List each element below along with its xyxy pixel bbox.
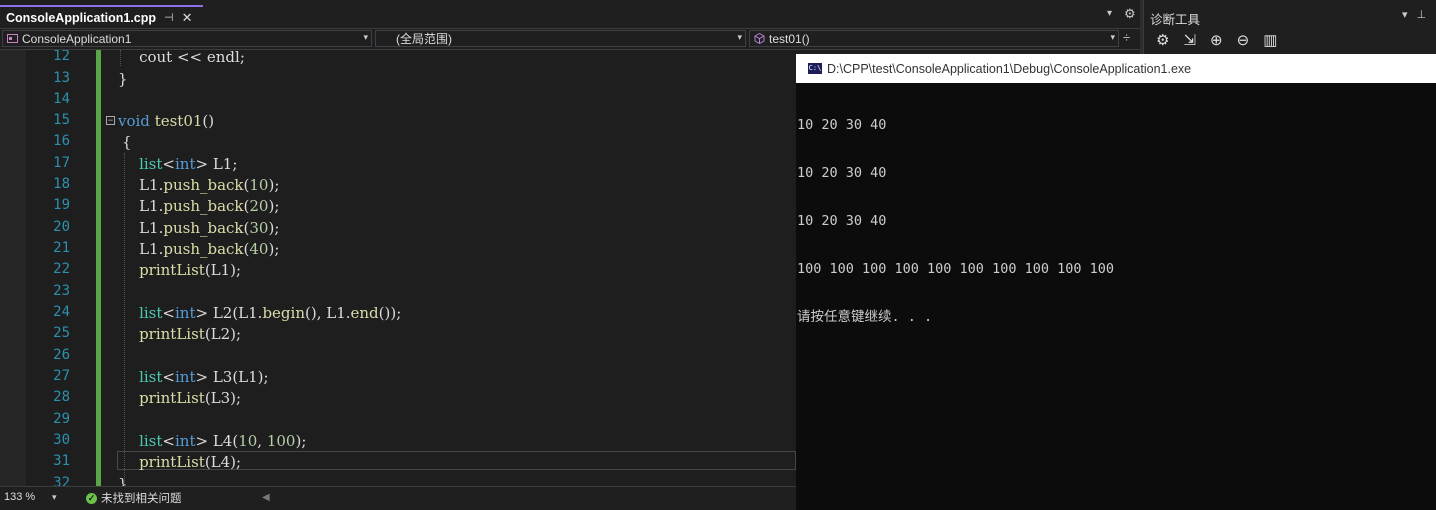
code-line: list<int> L4(10, 100); xyxy=(139,432,307,450)
chevron-down-icon[interactable]: ▾ xyxy=(1402,8,1408,21)
line-number: 31 xyxy=(53,453,70,469)
chevron-down-icon: ▾ xyxy=(737,32,742,42)
diagnostic-tools-panel: 诊断工具 ▾ ⊥ ✕ ⚙ ⇲ ⊕ ⊖ ▥ xyxy=(1143,0,1436,54)
line-number: 24 xyxy=(53,304,70,320)
tab-bar: ConsoleApplication1.cpp ⊣ ✕ ▾ ⚙ xyxy=(0,0,1143,29)
member-dropdown-label: test01() xyxy=(769,31,810,46)
tab-consoleapplication1-cpp[interactable]: ConsoleApplication1.cpp ⊣ ✕ xyxy=(0,5,203,28)
line-number: 21 xyxy=(53,240,70,256)
code-line: L1.push_back(40); xyxy=(139,240,280,258)
project-dropdown[interactable]: ConsoleApplication1 ▾ xyxy=(2,30,372,47)
console-line: 100 100 100 100 100 100 100 100 100 100 xyxy=(797,261,1114,277)
zoom-level[interactable]: 133 % xyxy=(4,491,35,503)
code-line: L1.push_back(30); xyxy=(139,219,280,237)
code-line: } xyxy=(118,70,128,88)
line-number: 28 xyxy=(53,389,70,405)
chevron-down-icon[interactable]: ▾ xyxy=(52,492,57,503)
close-icon[interactable]: ✕ xyxy=(182,10,193,26)
code-line: list<int> L3(L1); xyxy=(139,368,269,386)
line-number: 23 xyxy=(53,283,70,299)
pin-icon[interactable]: ⊣ xyxy=(164,11,174,24)
editor-left-margin xyxy=(0,50,26,486)
method-icon xyxy=(754,33,765,44)
line-number: 20 xyxy=(53,219,70,235)
check-circle-icon: ✓ xyxy=(86,492,97,504)
line-number: 25 xyxy=(53,325,70,341)
export-icon[interactable]: ⇲ xyxy=(1183,33,1196,49)
console-app-icon: C:\ xyxy=(808,63,822,74)
code-line: { xyxy=(122,133,132,151)
scope-dropdown-label: (全局范围) xyxy=(396,32,452,46)
panel-title: 诊断工具 xyxy=(1150,13,1201,27)
pin-icon[interactable]: ⊥ xyxy=(1417,8,1427,21)
split-view-icon[interactable]: ÷ xyxy=(1123,30,1130,45)
code-line: list<int> L2(L1.begin(), L1.end()); xyxy=(139,304,402,322)
code-line: cout << endl; xyxy=(139,50,245,66)
gear-icon[interactable]: ⚙ xyxy=(1156,33,1169,49)
diagnostic-toolbar: ⚙ ⇲ ⊕ ⊖ ▥ xyxy=(1156,33,1277,49)
scope-dropdown[interactable]: (全局范围) ▾ xyxy=(375,30,746,47)
project-icon xyxy=(7,34,18,43)
code-line: list<int> L1; xyxy=(139,155,238,173)
console-output: 10 20 30 40 10 20 30 40 10 20 30 40 100 … xyxy=(797,85,1114,357)
line-number: 16 xyxy=(53,133,70,149)
line-number: 14 xyxy=(53,91,70,107)
console-window[interactable]: C:\ D:\CPP\test\ConsoleApplication1\Debu… xyxy=(796,54,1436,510)
console-line: 10 20 30 40 xyxy=(797,117,887,133)
line-number: 18 xyxy=(53,176,70,192)
line-number: 30 xyxy=(53,432,70,448)
console-title: D:\CPP\test\ConsoleApplication1\Debug\Co… xyxy=(827,61,1192,76)
line-number: 22 xyxy=(53,261,70,277)
line-number: 32 xyxy=(53,475,70,486)
line-number: 13 xyxy=(53,70,70,86)
zoom-in-icon[interactable]: ⊕ xyxy=(1210,33,1223,49)
code-line: printList(L1); xyxy=(139,261,242,279)
code-line: printList(L3); xyxy=(139,389,242,407)
zoom-out-icon[interactable]: ⊖ xyxy=(1237,33,1250,49)
tab-label: ConsoleApplication1.cpp xyxy=(6,10,157,25)
console-line: 请按任意键继续. . . xyxy=(797,309,933,325)
reset-zoom-icon[interactable]: ▥ xyxy=(1263,33,1277,49)
code-line: printList(L4); xyxy=(139,453,242,471)
code-line: } xyxy=(118,475,128,486)
code-line: void test01() xyxy=(118,112,215,130)
editor-status-bar: 133 % ▾ ✓ 未找到相关问题 ◀ xyxy=(0,486,796,510)
code-editor[interactable]: 12 13 14 15 16 17 18 19 20 21 22 23 24 2… xyxy=(0,50,796,486)
chevron-down-icon: ▾ xyxy=(1110,32,1115,42)
code-line: printList(L2); xyxy=(139,325,242,343)
line-number: 26 xyxy=(53,347,70,363)
project-dropdown-label: ConsoleApplication1 xyxy=(22,31,132,46)
code-line: L1.push_back(10); xyxy=(139,176,280,194)
issues-indicator[interactable]: ✓ 未找到相关问题 xyxy=(86,490,182,506)
console-title-bar[interactable]: C:\ D:\CPP\test\ConsoleApplication1\Debu… xyxy=(796,54,1436,83)
console-line: 10 20 30 40 xyxy=(797,165,887,181)
panel-controls: ▾ ⊥ ✕ xyxy=(1402,8,1436,21)
change-tracking-bar xyxy=(96,50,101,486)
chevron-down-icon: ▾ xyxy=(363,32,368,42)
line-number: 27 xyxy=(53,368,70,384)
line-number: 29 xyxy=(53,411,70,427)
line-number: 12 xyxy=(53,50,70,64)
console-line: 10 20 30 40 xyxy=(797,213,887,229)
collapse-toggle-icon[interactable]: − xyxy=(106,116,115,125)
line-number: 17 xyxy=(53,155,70,171)
code-line: L1.push_back(20); xyxy=(139,197,280,215)
line-number: 19 xyxy=(53,197,70,213)
gear-icon[interactable]: ⚙ xyxy=(1124,6,1136,22)
navigation-bar: ConsoleApplication1 ▾ (全局范围) ▾ test01() … xyxy=(0,29,1143,50)
scroll-left-icon[interactable]: ◀ xyxy=(262,492,270,503)
member-dropdown[interactable]: test01() ▾ xyxy=(749,30,1119,47)
issues-text: 未找到相关问题 xyxy=(101,493,182,505)
line-number: 15 xyxy=(53,112,70,128)
tab-list-dropdown-icon[interactable]: ▾ xyxy=(1107,8,1112,19)
